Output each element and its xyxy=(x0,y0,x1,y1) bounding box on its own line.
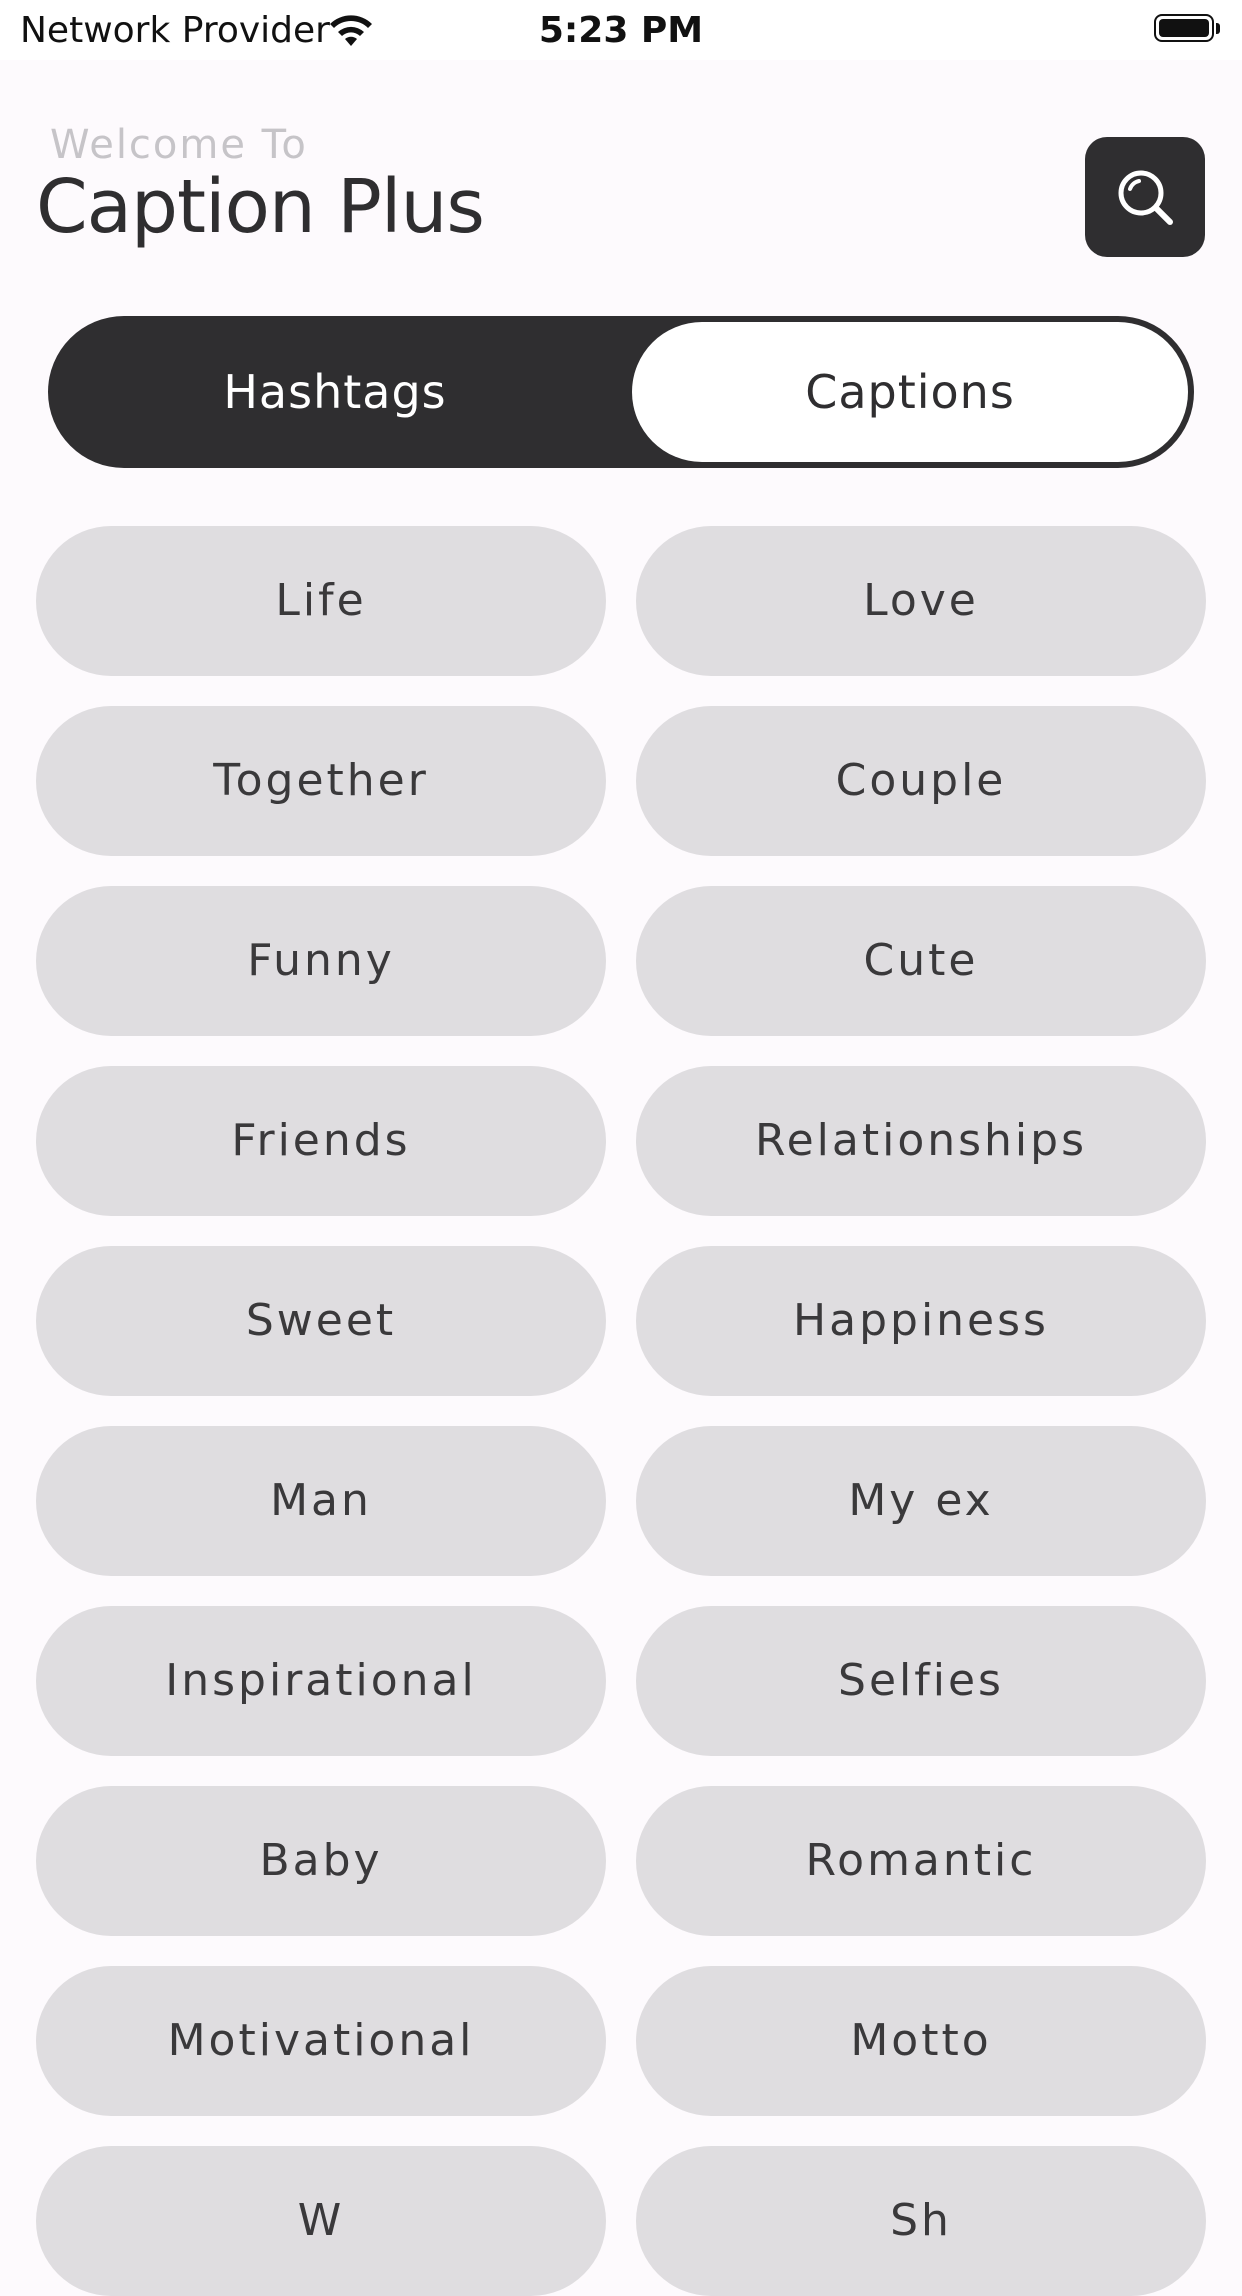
category-chip-cute[interactable]: Cute xyxy=(636,886,1206,1036)
category-chip-couple[interactable]: Couple xyxy=(636,706,1206,856)
category-chip-together[interactable]: Together xyxy=(36,706,606,856)
category-chip-motto[interactable]: Motto xyxy=(636,1966,1206,2116)
status-time: 5:23 PM xyxy=(538,10,704,51)
tab-captions[interactable]: Captions xyxy=(632,322,1188,462)
category-chip-inspirational[interactable]: Inspirational xyxy=(36,1606,606,1756)
tab-switcher: Hashtags Captions xyxy=(48,316,1194,468)
category-chip-w[interactable]: W xyxy=(36,2146,606,2296)
tab-hashtags[interactable]: Hashtags xyxy=(48,316,622,468)
category-chip-my-ex[interactable]: My ex xyxy=(636,1426,1206,1576)
category-chip-love[interactable]: Love xyxy=(636,526,1206,676)
status-bar: Network Provider 5:23 PM xyxy=(0,0,1242,60)
search-button[interactable] xyxy=(1085,137,1205,257)
battery-icon xyxy=(1154,14,1220,44)
category-chip-romantic[interactable]: Romantic xyxy=(636,1786,1206,1936)
category-chip-life[interactable]: Life xyxy=(36,526,606,676)
category-chip-relationships[interactable]: Relationships xyxy=(636,1066,1206,1216)
category-chip-selfies[interactable]: Selfies xyxy=(636,1606,1206,1756)
page-title: Caption Plus xyxy=(36,164,485,250)
category-chip-happiness[interactable]: Happiness xyxy=(636,1246,1206,1396)
category-chip-sh[interactable]: Sh xyxy=(636,2146,1206,2296)
category-chip-motivational[interactable]: Motivational xyxy=(36,1966,606,2116)
category-chip-man[interactable]: Man xyxy=(36,1426,606,1576)
category-chip-baby[interactable]: Baby xyxy=(36,1786,606,1936)
search-icon xyxy=(1118,170,1173,225)
welcome-label: Welcome To xyxy=(50,122,308,168)
category-chip-funny[interactable]: Funny xyxy=(36,886,606,1036)
category-chip-sweet[interactable]: Sweet xyxy=(36,1246,606,1396)
category-chip-friends[interactable]: Friends xyxy=(36,1066,606,1216)
